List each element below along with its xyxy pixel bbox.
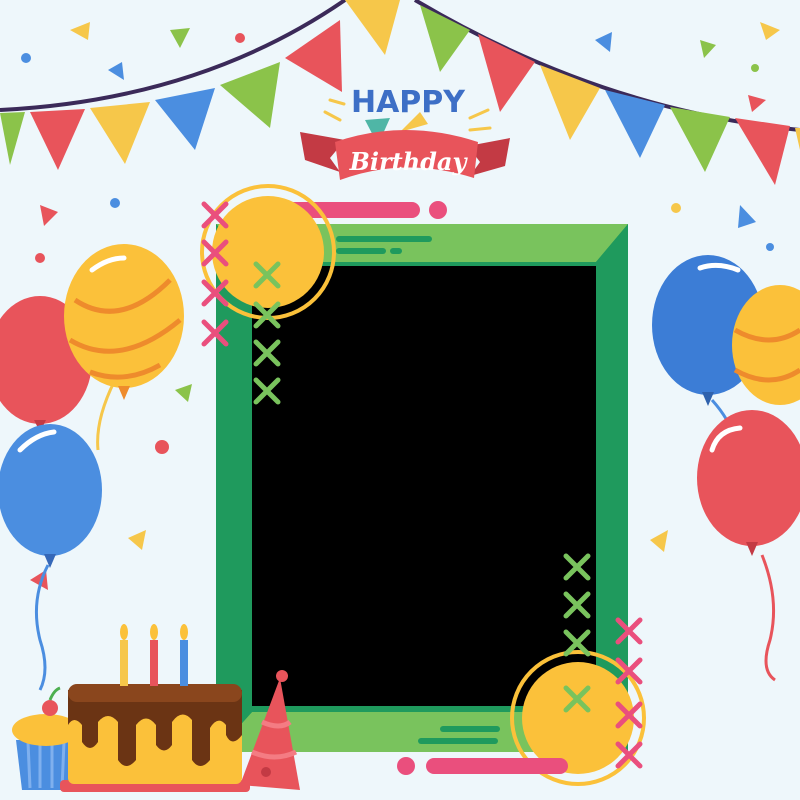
birthday-text: Birthday [349, 147, 469, 176]
balloon-icon [0, 424, 102, 556]
birthday-photo-frame: HAPPY Birthday [0, 0, 800, 800]
balloon-icon [64, 244, 184, 388]
happy-text: HAPPY [351, 85, 466, 120]
photo-placeholder [252, 266, 596, 706]
frame-artwork: HAPPY Birthday [0, 0, 800, 800]
